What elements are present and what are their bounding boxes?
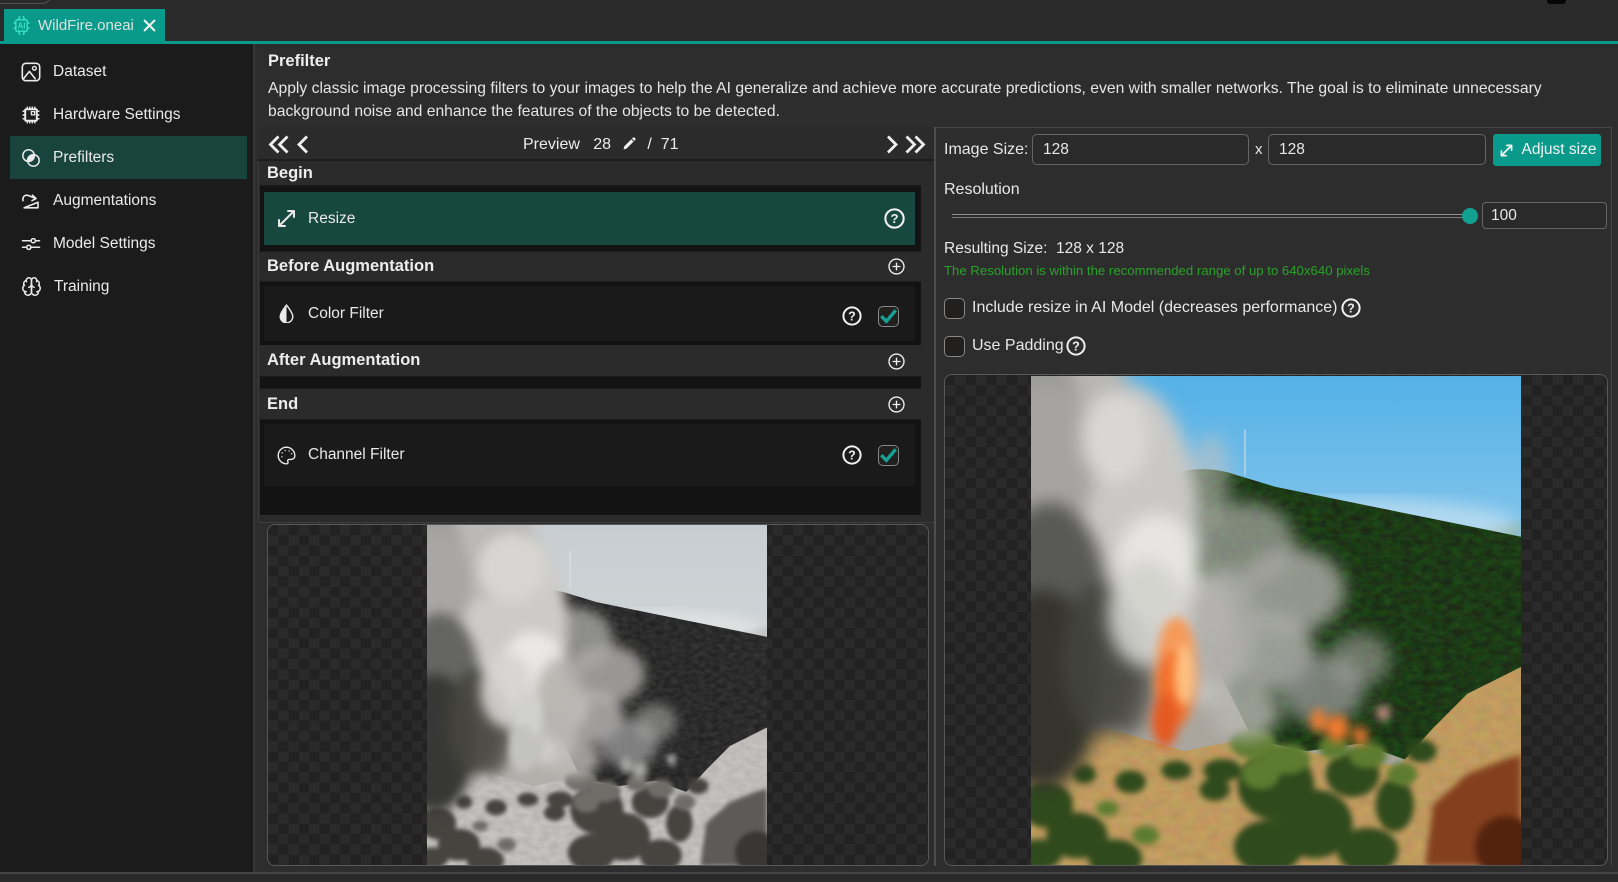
svg-text:?: ? xyxy=(1072,339,1080,353)
svg-text:?: ? xyxy=(848,448,856,462)
svg-text:?: ? xyxy=(1347,301,1355,315)
svg-text:AI: AI xyxy=(18,21,26,30)
svg-text:?: ? xyxy=(848,309,856,323)
svg-text:?: ? xyxy=(890,211,898,226)
